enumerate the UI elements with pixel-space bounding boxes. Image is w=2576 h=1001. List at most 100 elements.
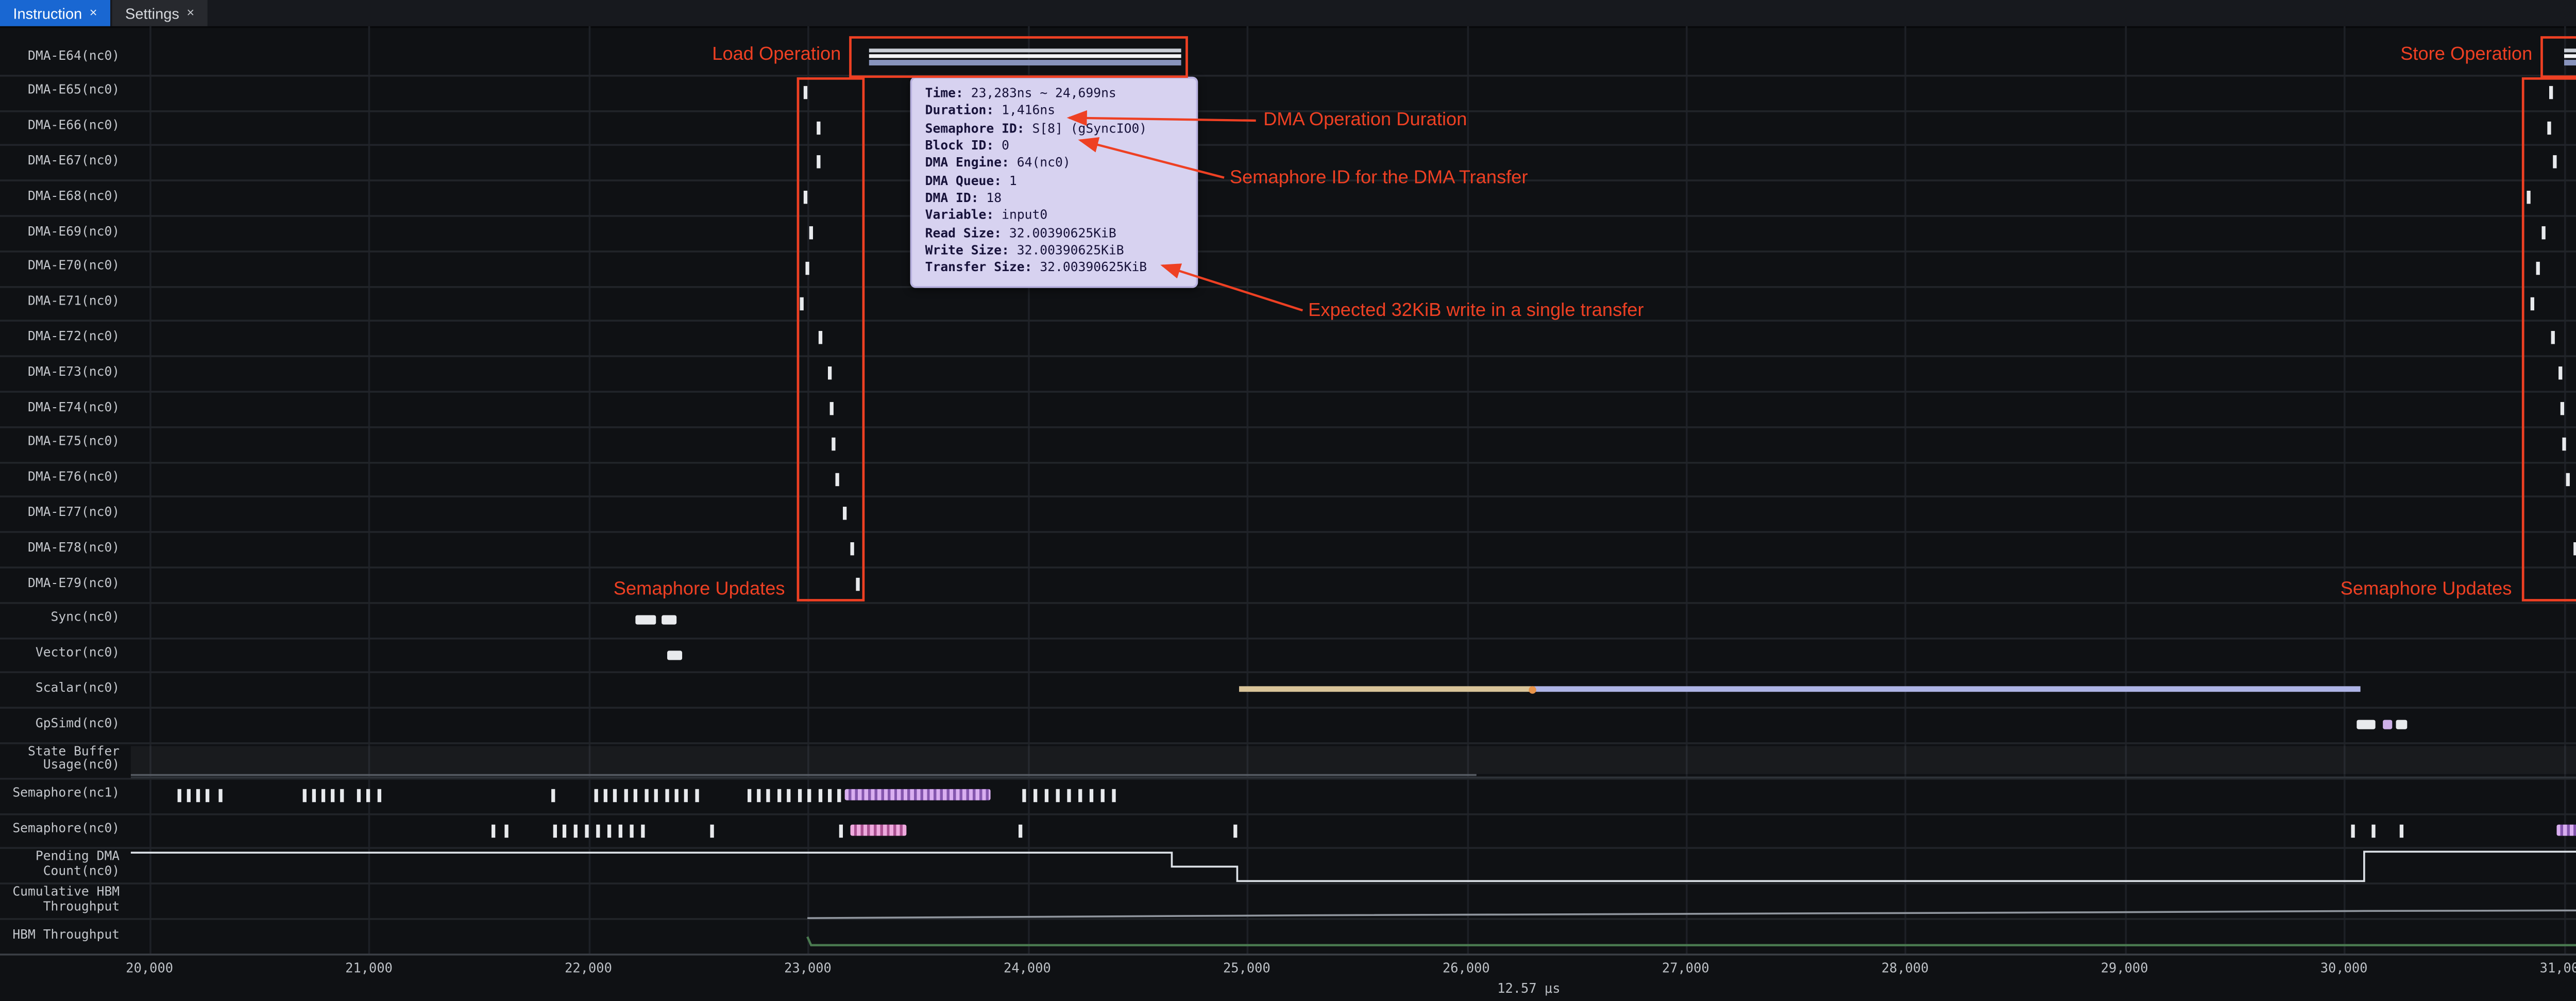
event-tick[interactable] bbox=[832, 437, 835, 450]
event-tick[interactable] bbox=[809, 226, 813, 239]
event-tick[interactable] bbox=[819, 331, 822, 344]
event-tick[interactable] bbox=[366, 789, 370, 802]
event-tick[interactable] bbox=[178, 789, 181, 802]
dma-operation-bar[interactable] bbox=[869, 48, 1181, 69]
event-tick[interactable] bbox=[2400, 824, 2403, 837]
event-tick[interactable] bbox=[1019, 824, 1022, 837]
event-tick[interactable] bbox=[828, 367, 832, 380]
event-tick[interactable] bbox=[2541, 226, 2545, 239]
event-tick[interactable] bbox=[645, 789, 649, 802]
event-tick[interactable] bbox=[303, 789, 307, 802]
event-tick[interactable] bbox=[837, 789, 841, 802]
event-tick[interactable] bbox=[312, 789, 316, 802]
event-tick[interactable] bbox=[2551, 331, 2555, 344]
event-tick[interactable] bbox=[2553, 156, 2556, 169]
event-tick[interactable] bbox=[804, 191, 807, 204]
event-tick[interactable] bbox=[634, 789, 637, 802]
event-tick[interactable] bbox=[1033, 789, 1037, 802]
event-tick[interactable] bbox=[1101, 789, 1105, 802]
event-tick[interactable] bbox=[2547, 121, 2551, 134]
event-tick[interactable] bbox=[2566, 472, 2570, 485]
event-tick[interactable] bbox=[607, 824, 611, 837]
event-bar[interactable] bbox=[667, 650, 682, 659]
event-tick[interactable] bbox=[2561, 402, 2564, 415]
event-tick[interactable] bbox=[665, 789, 669, 802]
dma-operation-bar[interactable] bbox=[2564, 48, 2576, 69]
event-bar[interactable] bbox=[662, 615, 676, 624]
event-tick[interactable] bbox=[807, 789, 811, 802]
event-tick[interactable] bbox=[378, 789, 381, 802]
event-tick[interactable] bbox=[1067, 789, 1071, 802]
event-tick[interactable] bbox=[504, 824, 508, 837]
event-tick[interactable] bbox=[619, 824, 622, 837]
event-tick[interactable] bbox=[551, 789, 555, 802]
event-tick[interactable] bbox=[1056, 789, 1060, 802]
event-tick[interactable] bbox=[1233, 824, 1237, 837]
event-tick[interactable] bbox=[800, 296, 804, 309]
event-tick[interactable] bbox=[748, 789, 751, 802]
event-tick[interactable] bbox=[613, 789, 617, 802]
event-tick[interactable] bbox=[604, 789, 607, 802]
event-tick[interactable] bbox=[805, 261, 809, 274]
event-tick[interactable] bbox=[187, 789, 191, 802]
event-tick[interactable] bbox=[766, 789, 770, 802]
event-tick[interactable] bbox=[695, 789, 699, 802]
scalar-op-segment[interactable] bbox=[1239, 687, 1534, 693]
event-tick[interactable] bbox=[843, 507, 846, 520]
semaphore-burst-bar[interactable] bbox=[2556, 825, 2576, 836]
semaphore-burst-bar[interactable] bbox=[851, 825, 907, 836]
event-tick[interactable] bbox=[798, 789, 802, 802]
event-bar[interactable] bbox=[2357, 720, 2375, 729]
event-tick[interactable] bbox=[2549, 86, 2553, 98]
event-tick[interactable] bbox=[856, 578, 859, 591]
scalar-op-segment[interactable] bbox=[1534, 687, 2360, 693]
event-tick[interactable] bbox=[218, 789, 222, 802]
event-tick[interactable] bbox=[830, 402, 834, 415]
event-tick[interactable] bbox=[492, 824, 495, 837]
event-tick[interactable] bbox=[777, 789, 781, 802]
semaphore-burst-bar[interactable] bbox=[845, 790, 991, 801]
event-tick[interactable] bbox=[624, 789, 628, 802]
event-tick[interactable] bbox=[2562, 437, 2566, 450]
event-tick[interactable] bbox=[2351, 824, 2354, 837]
event-tick[interactable] bbox=[1090, 789, 1093, 802]
event-tick[interactable] bbox=[839, 824, 843, 837]
event-tick[interactable] bbox=[1112, 789, 1115, 802]
event-tick[interactable] bbox=[196, 789, 200, 802]
event-tick[interactable] bbox=[321, 789, 325, 802]
event-tick[interactable] bbox=[641, 824, 645, 837]
event-tick[interactable] bbox=[357, 789, 361, 802]
event-tick[interactable] bbox=[710, 824, 714, 837]
event-tick[interactable] bbox=[2558, 367, 2562, 380]
event-tick[interactable] bbox=[340, 789, 344, 802]
event-bar[interactable] bbox=[635, 615, 656, 624]
event-tick[interactable] bbox=[654, 789, 658, 802]
event-tick[interactable] bbox=[574, 824, 578, 837]
event-tick[interactable] bbox=[804, 86, 807, 98]
event-tick[interactable] bbox=[595, 789, 598, 802]
event-tick[interactable] bbox=[851, 543, 854, 556]
event-tick[interactable] bbox=[684, 789, 688, 802]
event-tick[interactable] bbox=[2573, 543, 2576, 556]
event-tick[interactable] bbox=[819, 789, 822, 802]
event-tick[interactable] bbox=[2371, 824, 2375, 837]
event-tick[interactable] bbox=[757, 789, 760, 802]
event-tick[interactable] bbox=[817, 156, 820, 169]
event-tick[interactable] bbox=[1045, 789, 1048, 802]
event-tick[interactable] bbox=[836, 472, 839, 485]
event-tick[interactable] bbox=[331, 789, 334, 802]
event-tick[interactable] bbox=[787, 789, 790, 802]
event-tick[interactable] bbox=[2536, 261, 2540, 274]
event-tick[interactable] bbox=[1078, 789, 1082, 802]
event-tick[interactable] bbox=[596, 824, 600, 837]
event-bar[interactable] bbox=[2396, 720, 2408, 729]
event-bar[interactable] bbox=[2383, 720, 2392, 729]
event-tick[interactable] bbox=[585, 824, 588, 837]
event-tick[interactable] bbox=[563, 824, 566, 837]
event-tick[interactable] bbox=[206, 789, 209, 802]
event-tick[interactable] bbox=[630, 824, 633, 837]
event-tick[interactable] bbox=[1022, 789, 1026, 802]
event-tick[interactable] bbox=[817, 121, 820, 134]
event-tick[interactable] bbox=[553, 824, 557, 837]
event-tick[interactable] bbox=[675, 789, 679, 802]
